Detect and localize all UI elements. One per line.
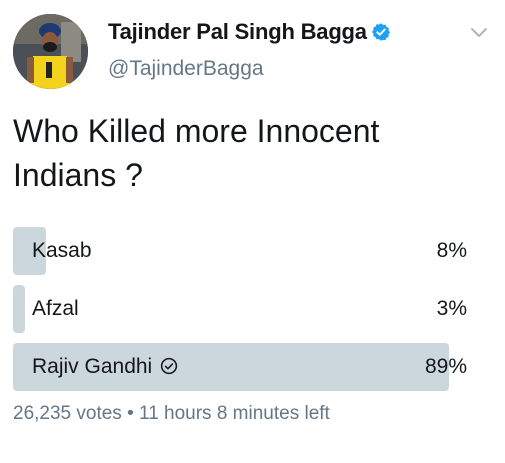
poll-option-percent: 89% xyxy=(424,355,467,378)
poll-option-afzal[interactable]: Afzal 3% xyxy=(13,285,473,333)
meta-separator: • xyxy=(127,403,134,424)
avatar-photo xyxy=(13,14,88,89)
tweet-card: Tajinder Pal Singh Bagga @TajinderBagga … xyxy=(0,0,505,463)
vote-count: 26,235 votes xyxy=(13,403,122,424)
avatar[interactable] xyxy=(13,14,88,89)
poll-option-label: Kasab xyxy=(32,239,92,262)
poll-option-kasab[interactable]: Kasab 8% xyxy=(13,227,473,275)
poll-option-label: Afzal xyxy=(32,297,79,320)
poll-option-label: Rajiv Gandhi xyxy=(32,355,153,378)
verified-badge-icon xyxy=(371,23,390,41)
chevron-down-icon[interactable] xyxy=(470,27,488,39)
poll-meta: 26,235 votes • 11 hours 8 minutes left xyxy=(13,403,330,425)
poll-option-percent: 3% xyxy=(436,297,467,320)
poll-option-rajiv-gandhi[interactable]: Rajiv Gandhi 89% xyxy=(13,343,473,391)
tweet-text: Who Killed more Innocent Indians ? xyxy=(13,113,380,193)
poll-option-percent: 8% xyxy=(436,239,467,262)
author-name-text: Tajinder Pal Singh Bagga xyxy=(108,19,367,44)
poll-option-label-wrap: Rajiv Gandhi xyxy=(32,343,178,391)
check-circle-icon xyxy=(161,357,178,375)
author-handle[interactable]: @TajinderBagga xyxy=(108,57,264,81)
time-left: 11 hours 8 minutes left xyxy=(139,403,330,424)
poll: Kasab 8% Afzal 3% Rajiv Gandhi 89% xyxy=(13,227,473,401)
poll-bar xyxy=(13,285,25,333)
author-name[interactable]: Tajinder Pal Singh Bagga xyxy=(108,19,391,45)
